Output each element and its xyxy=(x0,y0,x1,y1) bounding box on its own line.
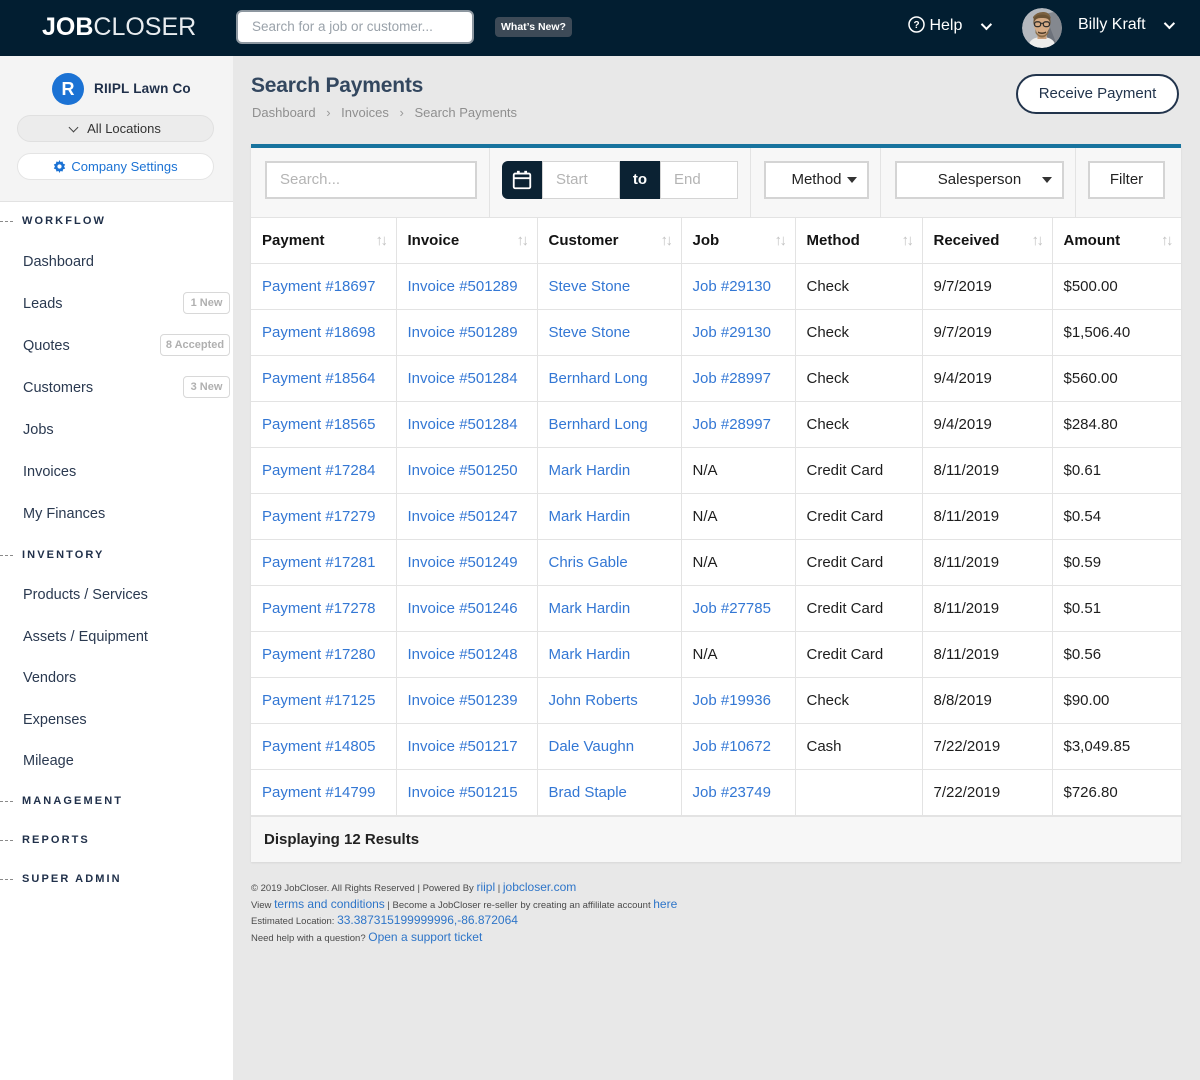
svg-text:?: ? xyxy=(913,20,919,31)
